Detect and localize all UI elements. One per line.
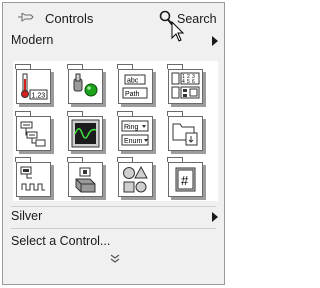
array-icon: 1 2 3 4 5 6 [171, 72, 200, 99]
svg-text:5: 5 [187, 79, 190, 85]
category-silver-arrow-icon[interactable] [212, 212, 218, 222]
refnum-icon: # [175, 167, 196, 192]
array-matrix-cluster-tile[interactable]: 1 2 3 4 5 6 [167, 64, 206, 107]
category-modern-arrow-icon[interactable] [212, 36, 218, 46]
ring-enum-tile[interactable]: Ring Enum [117, 111, 156, 154]
svg-text:1.23: 1.23 [32, 93, 46, 100]
folder-icon [172, 123, 198, 146]
decorations-tile[interactable] [117, 157, 156, 200]
variant-class-tile[interactable] [67, 157, 106, 200]
list-table-tree-tile[interactable] [15, 111, 54, 154]
variant-icon [75, 167, 96, 193]
refnum-tile[interactable]: # [167, 157, 206, 200]
string-path-icon: abc Path [122, 74, 148, 99]
boolean-icon [73, 73, 98, 97]
string-path-tile[interactable]: abc Path [117, 64, 156, 107]
io-tile[interactable] [15, 157, 54, 200]
svg-text:Enum: Enum [124, 138, 142, 145]
control-grid: 1.23 abc Path 1 2 3 4 5 6 Ring Enum # [13, 61, 218, 201]
svg-text:#: # [181, 173, 189, 188]
controls-palette: Controls Search Modern 1.23 abc Path 1 2… [2, 2, 225, 285]
divider [11, 206, 216, 207]
shapes-icon [123, 165, 148, 193]
svg-text:Path: Path [125, 91, 140, 98]
category-silver[interactable]: Silver [11, 209, 42, 223]
svg-text:6: 6 [192, 79, 195, 85]
svg-text:abc: abc [127, 78, 139, 85]
graph-icon [71, 119, 100, 148]
containers-tile[interactable] [167, 111, 206, 154]
tree-icon [20, 121, 46, 147]
svg-text:4: 4 [182, 79, 185, 85]
mouse-cursor-icon [171, 21, 185, 42]
divider [11, 228, 216, 229]
category-modern[interactable]: Modern [11, 33, 53, 47]
pin-icon[interactable] [16, 10, 36, 24]
palette-title: Controls [45, 11, 94, 26]
search-button[interactable]: Search [159, 10, 219, 28]
io-icon [20, 166, 45, 191]
ring-enum-icon: Ring Enum [121, 120, 149, 146]
numeric-tile[interactable]: 1.23 [15, 64, 54, 107]
select-control-item[interactable]: Select a Control... [11, 234, 110, 248]
boolean-tile[interactable] [67, 64, 106, 107]
svg-text:Ring: Ring [124, 124, 139, 131]
palette-titlebar: Controls Search [3, 3, 224, 31]
expand-more-icon[interactable] [109, 254, 121, 264]
numeric-icon: 1.23 [21, 73, 48, 100]
graph-tile[interactable] [67, 111, 106, 154]
